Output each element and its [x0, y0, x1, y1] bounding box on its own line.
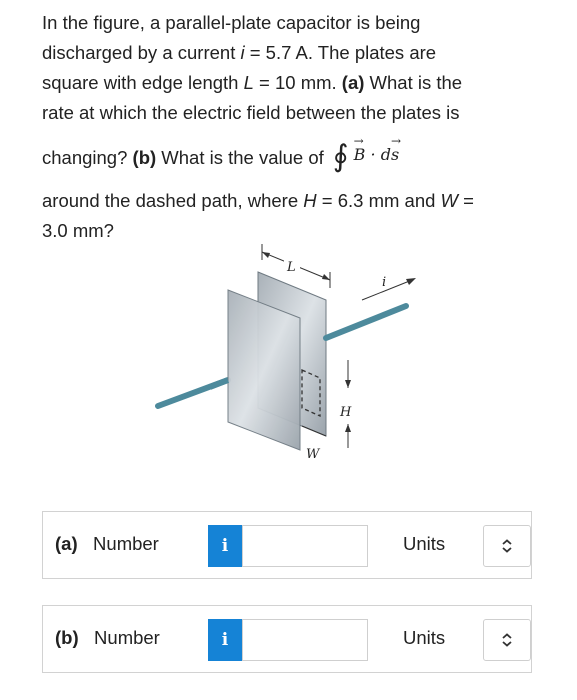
part-a-label: (a)	[55, 533, 78, 554]
answer-row-a: (a) Number i Units	[42, 511, 532, 579]
vector-B: B	[354, 112, 366, 184]
question-line: square with edge length L = 10 mm. (a) W…	[42, 68, 542, 98]
label-W: W	[306, 447, 321, 462]
dimension-H-arrow	[345, 380, 351, 388]
chevron-updown-icon	[502, 539, 512, 553]
number-label: Number	[93, 533, 159, 554]
variable-H: H	[303, 190, 317, 211]
label-i: i	[382, 275, 386, 290]
dimension-H-arrow	[345, 424, 351, 432]
question-line: discharged by a current i = 5.7 A. The p…	[42, 38, 542, 68]
wire-through-plate	[208, 377, 230, 390]
number-input-b[interactable]	[242, 619, 368, 661]
right-wire	[323, 303, 409, 341]
question-text-segment: 3.0 mm?	[42, 220, 114, 241]
answer-row-b: (b) Number i Units	[42, 605, 532, 673]
units-label: Units	[403, 627, 446, 648]
question-text-segment: =	[458, 190, 474, 211]
label-L: L	[286, 260, 296, 275]
question-text: In the figure, a parallel-plate capacito…	[42, 8, 542, 246]
question-text-segment: = 6.3 mm and	[316, 190, 441, 211]
question-line: In the figure, a parallel-plate capacito…	[42, 8, 542, 38]
current-arrow-line	[361, 279, 413, 301]
dot-operator: ·	[370, 145, 376, 164]
question-text-segment: changing?	[42, 146, 133, 168]
number-label: Number	[94, 627, 160, 648]
differential-d: d	[380, 145, 391, 164]
dimension-L-arrow	[322, 274, 330, 280]
label-H: H	[339, 405, 352, 420]
part-b-label: (b)	[55, 627, 79, 648]
part-a-marker: (a)	[341, 72, 365, 93]
answer-label-a: (a) Number	[55, 533, 159, 555]
chevron-updown-icon	[502, 633, 512, 647]
line-integral-expression: ∮ B · ds	[333, 112, 401, 174]
question-text-segment: What is the	[364, 72, 463, 93]
contour-integral-symbol: ∮	[332, 139, 349, 174]
info-icon[interactable]: i	[208, 525, 242, 567]
question-text-segment: = 5.7 A. The plates are	[244, 42, 437, 63]
part-b-marker: (b)	[132, 146, 157, 168]
question-text-segment: In the figure, a parallel-plate capacito…	[42, 12, 421, 33]
dimension-L-arrow	[262, 252, 270, 258]
front-plate	[227, 289, 301, 451]
vector-s: s	[391, 112, 401, 184]
question-line: around the dashed path, where H = 6.3 mm…	[42, 186, 542, 216]
variable-W: W	[440, 190, 459, 211]
question-text-segment: = 10 mm.	[253, 72, 342, 93]
units-select-a[interactable]	[483, 525, 531, 567]
answer-label-b: (b) Number	[55, 627, 160, 649]
units-label: Units	[403, 533, 446, 554]
question-text-segment: around the dashed path, where	[42, 190, 304, 211]
question-text-segment: square with edge length	[42, 72, 244, 93]
units-select-b[interactable]	[483, 619, 531, 661]
question-text-segment: What is the value of	[156, 146, 324, 168]
variable-L: L	[243, 72, 254, 93]
capacitor-figure: L i H W	[155, 244, 416, 462]
info-icon[interactable]: i	[208, 619, 242, 661]
current-arrow-head	[406, 278, 416, 285]
question-text-segment: discharged by a current	[42, 42, 241, 63]
question-line: changing? (b) What is the value of ∮ B ·…	[42, 112, 542, 186]
question-line: rate at which the electric field between…	[42, 98, 542, 128]
number-input-a[interactable]	[242, 525, 368, 567]
